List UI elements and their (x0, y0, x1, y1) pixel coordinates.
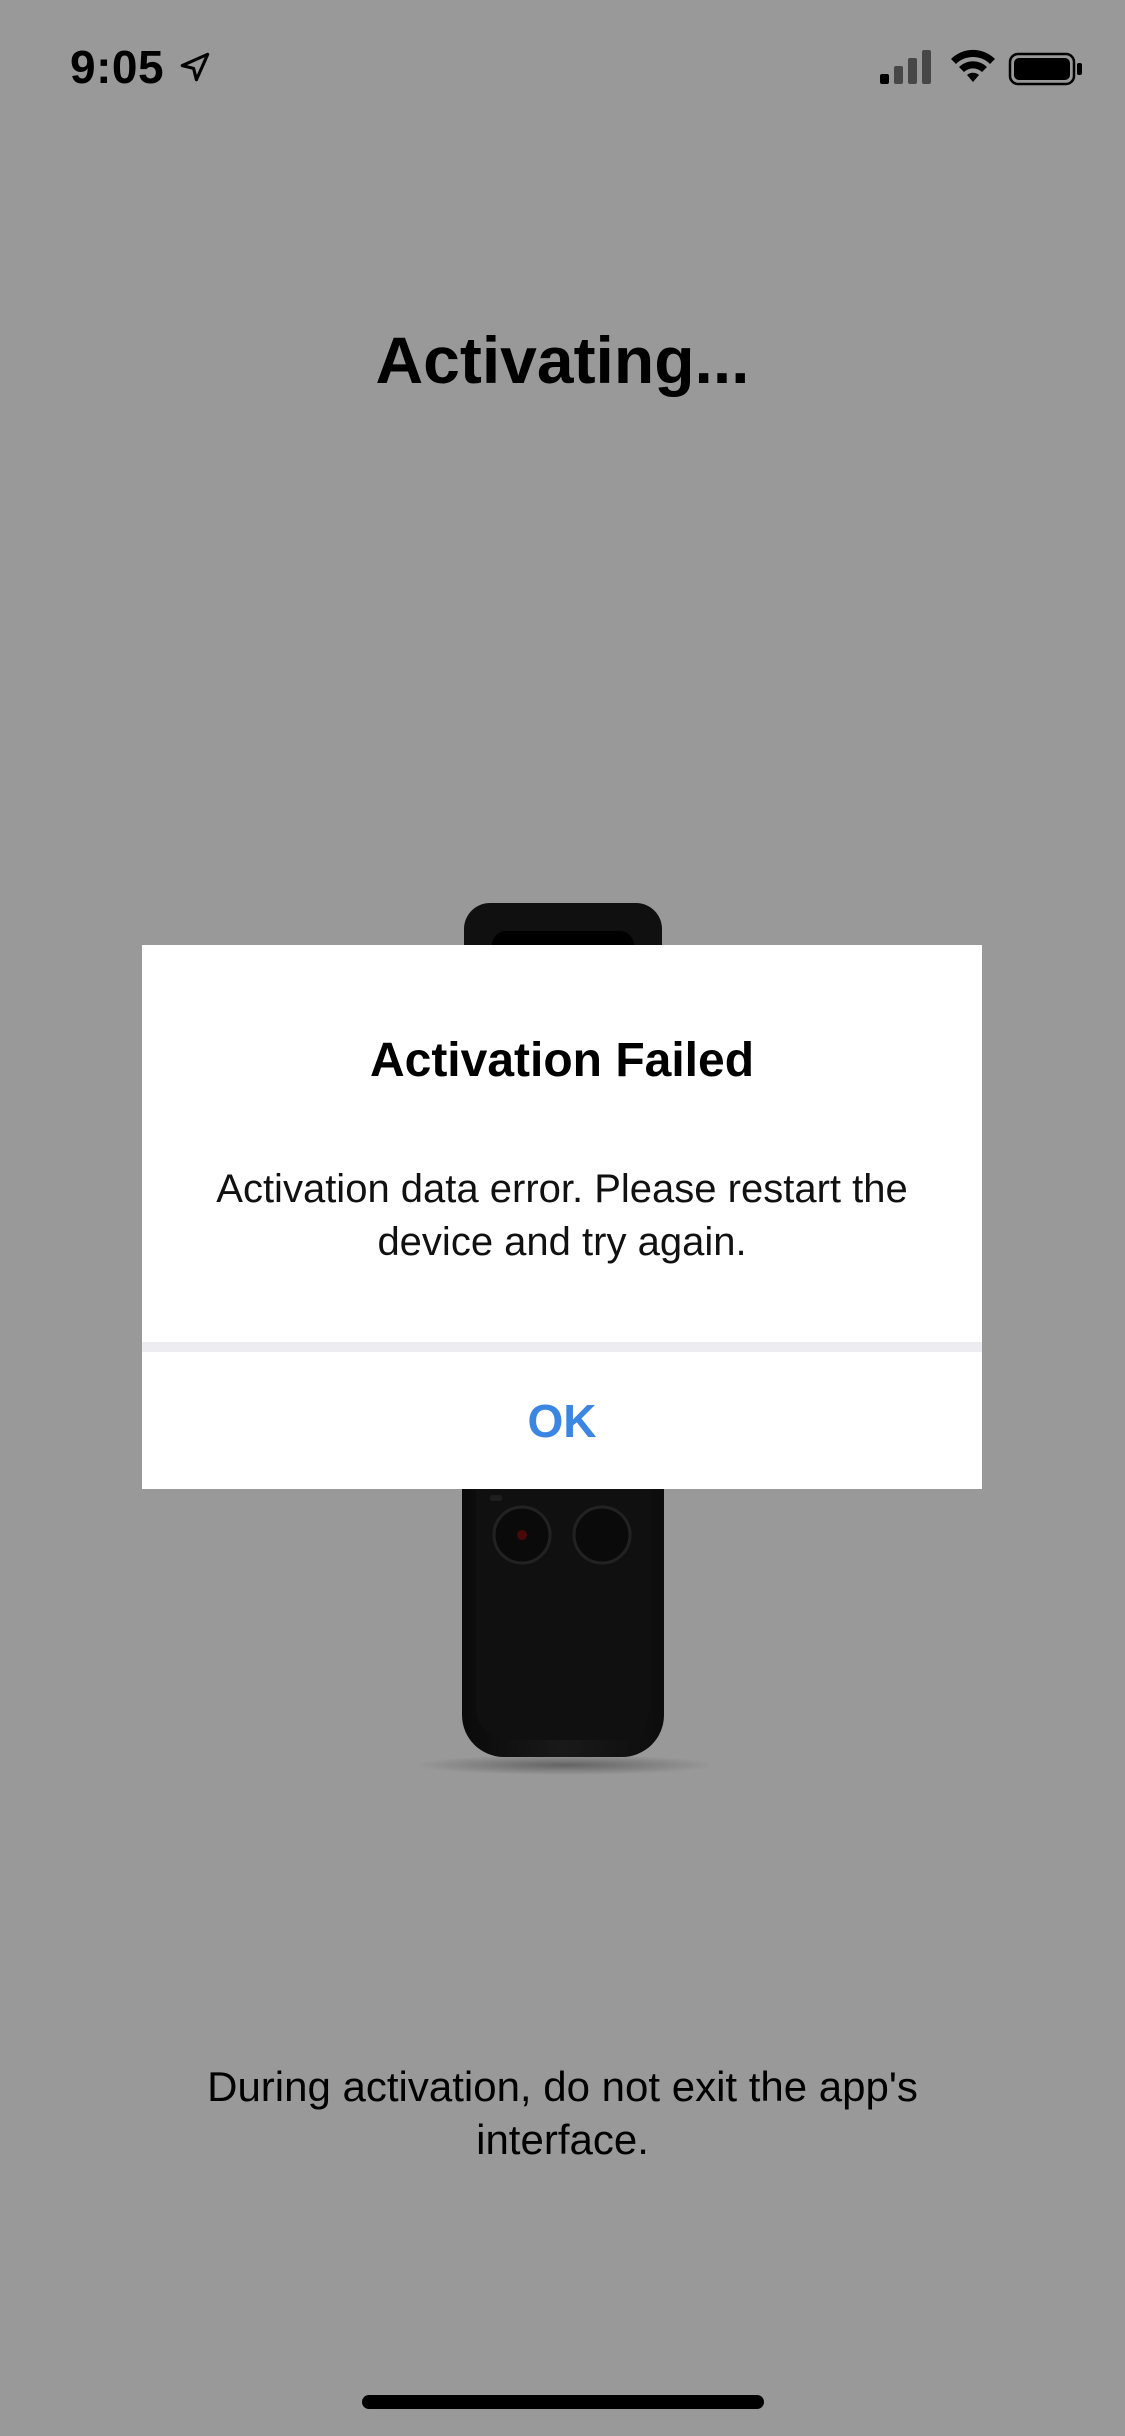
dialog-title: Activation Failed (369, 1034, 755, 1087)
home-indicator[interactable] (362, 2395, 764, 2409)
activation-screen: 9:05 Activating... During activation, do… (0, 0, 1125, 2436)
dialog-message: Activation data error. Please restart th… (216, 1167, 908, 1264)
dialog-divider (142, 1342, 982, 1352)
ok-button[interactable]: OK (142, 1352, 982, 1489)
activation-failed-dialog: Activation Failed Activation data error.… (142, 945, 982, 1489)
